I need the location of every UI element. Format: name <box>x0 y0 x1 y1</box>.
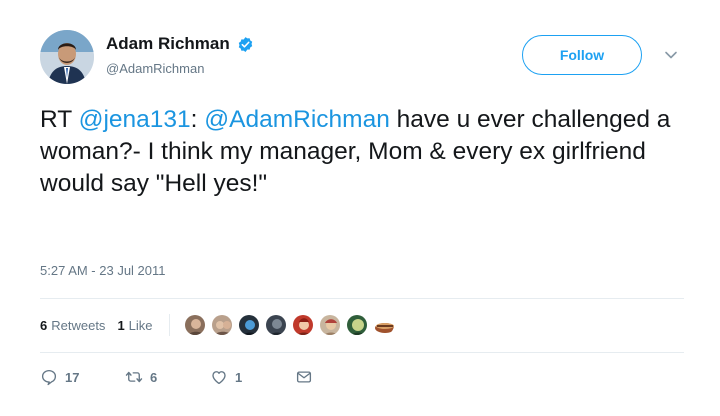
retweets-stat[interactable]: 6 Retweets <box>40 318 105 333</box>
likes-stat[interactable]: 1 Like <box>117 318 152 333</box>
retweet-icon <box>125 371 143 383</box>
stats-separator <box>168 314 170 336</box>
chevron-down-icon[interactable] <box>664 48 678 62</box>
direct-message-button[interactable] <box>295 368 325 386</box>
liker-avatar[interactable] <box>372 314 395 336</box>
envelope-icon <box>296 371 312 383</box>
text-separator: : <box>190 106 205 133</box>
tweet-text: RT @jena131: @AdamRichman have u ever ch… <box>40 104 680 200</box>
heart-icon <box>212 371 226 385</box>
verified-badge-icon <box>237 36 254 53</box>
reply-icon <box>41 369 57 386</box>
liker-avatar[interactable] <box>318 314 341 336</box>
follow-button[interactable]: Follow <box>522 35 642 75</box>
like-count: 1 <box>235 369 243 385</box>
tweet-card: Adam Richman @AdamRichman Follow RT @jen… <box>0 0 720 416</box>
author-avatar[interactable] <box>40 30 94 84</box>
retweet-count: 6 <box>150 369 158 385</box>
retweets-label: Retweets <box>51 317 106 333</box>
retweet-button[interactable]: 6 <box>125 368 210 386</box>
likes-label: Like <box>128 317 153 333</box>
author-name-row: Adam Richman <box>106 33 254 55</box>
reply-button[interactable]: 17 <box>40 368 125 386</box>
author-handle[interactable]: @AdamRichman <box>106 61 204 76</box>
tweet-actions: 17 6 1 <box>40 366 325 388</box>
mention-link[interactable]: @jena131 <box>79 106 191 133</box>
tweet-stats: 6 Retweets 1 Like <box>40 312 400 338</box>
tweet-timestamp[interactable]: 5:27 AM - 23 Jul 2011 <box>40 263 166 278</box>
liker-avatar[interactable] <box>264 314 287 336</box>
liker-avatar[interactable] <box>291 314 314 336</box>
avatar-photo <box>40 30 94 84</box>
retweet-prefix: RT <box>40 106 79 133</box>
liker-avatar[interactable] <box>237 314 260 336</box>
like-button[interactable]: 1 <box>210 368 295 386</box>
liker-avatars <box>183 314 400 336</box>
author-display-name[interactable]: Adam Richman <box>106 34 230 54</box>
liker-avatar[interactable] <box>210 314 233 336</box>
liker-avatar[interactable] <box>183 314 206 336</box>
reply-count: 17 <box>65 369 80 385</box>
liker-avatar[interactable] <box>345 314 368 336</box>
likes-count: 1 <box>117 317 125 333</box>
mention-link[interactable]: @AdamRichman <box>204 106 390 133</box>
divider <box>40 352 684 353</box>
divider <box>40 298 684 299</box>
retweets-count: 6 <box>40 317 48 333</box>
